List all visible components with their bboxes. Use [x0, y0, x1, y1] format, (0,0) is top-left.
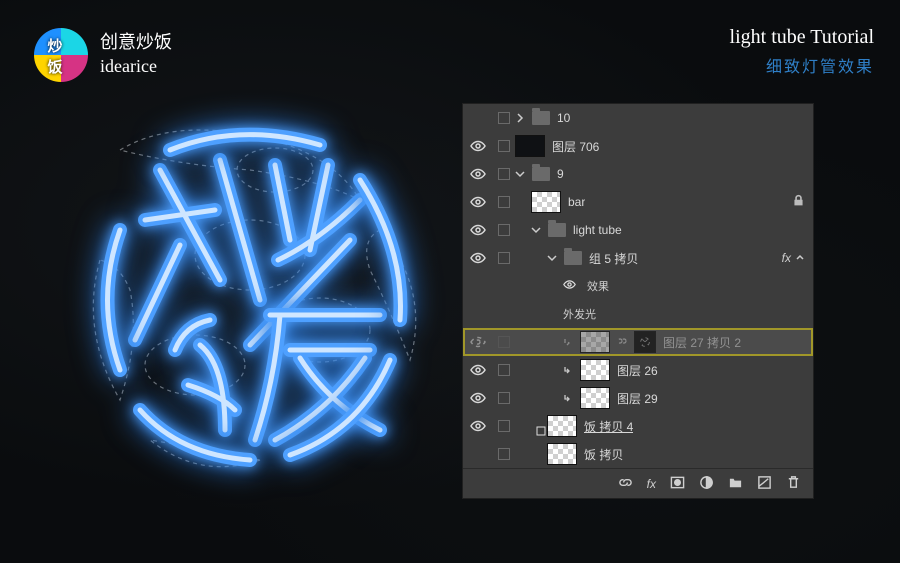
clip-arrow-icon: [563, 337, 573, 347]
layer-label[interactable]: 9: [557, 167, 564, 181]
layer-checkbox[interactable]: [498, 196, 510, 208]
tutorial-title: light tube Tutorial 细致灯管效果: [730, 26, 874, 77]
layer-checkbox[interactable]: [498, 364, 510, 376]
layer-thumbnail[interactable]: [515, 135, 545, 157]
new-layer-icon[interactable]: [757, 475, 772, 493]
layer-group-row[interactable]: light tube: [463, 216, 813, 244]
layer-checkbox[interactable]: [498, 420, 510, 432]
layer-label[interactable]: 图层 26: [617, 362, 658, 379]
visibility-toggle[interactable]: [463, 166, 493, 182]
layer-checkbox[interactable]: [498, 224, 510, 236]
folder-icon: [532, 167, 550, 181]
layer-row[interactable]: 图层 26: [463, 356, 813, 384]
layer-thumbnail[interactable]: [547, 443, 577, 465]
folder-icon: [564, 251, 582, 265]
layer-label[interactable]: 图层 706: [552, 138, 599, 155]
layer-thumbnail[interactable]: [580, 331, 610, 353]
tutorial-title-en: light tube Tutorial: [730, 26, 874, 49]
neon-artwork: [60, 110, 450, 490]
layer-group-row[interactable]: 9: [463, 160, 813, 188]
layer-row[interactable]: 图层 29: [463, 384, 813, 412]
layer-label[interactable]: 10: [557, 111, 570, 125]
panel-footer: fx: [463, 468, 813, 498]
delete-layer-icon[interactable]: [786, 475, 801, 493]
layer-label[interactable]: light tube: [573, 223, 622, 237]
layer-row[interactable]: 饭 拷贝 4: [463, 412, 813, 440]
layer-thumbnail[interactable]: [580, 359, 610, 381]
brand-logo: [34, 28, 88, 82]
visibility-toggle[interactable]: [463, 334, 493, 350]
layer-group-row[interactable]: 10: [463, 104, 813, 132]
layer-row[interactable]: 图层 27 拷贝 2: [463, 328, 813, 356]
layer-row[interactable]: 饭 拷贝: [463, 440, 813, 468]
visibility-toggle[interactable]: [463, 194, 493, 210]
layer-label[interactable]: 效果: [587, 278, 609, 294]
layer-label[interactable]: 外发光: [563, 306, 596, 322]
layer-checkbox[interactable]: [498, 448, 510, 460]
layer-label[interactable]: bar: [568, 195, 585, 209]
layer-checkbox[interactable]: [498, 336, 510, 348]
brand-text: 创意炒饭 idearice: [100, 30, 172, 79]
layer-checkbox[interactable]: [498, 392, 510, 404]
brand-zh: 创意炒饭: [100, 30, 172, 54]
layer-fx-row[interactable]: 外发光: [463, 300, 813, 328]
folder-icon: [548, 223, 566, 237]
layer-label[interactable]: 组 5 拷贝: [589, 250, 638, 267]
layer-thumbnail[interactable]: [580, 387, 610, 409]
layer-label[interactable]: 饭 拷贝 4: [584, 418, 633, 435]
layer-group-row[interactable]: 组 5 拷贝 fx: [463, 244, 813, 272]
layer-label[interactable]: 图层 27 拷贝 2: [663, 334, 741, 351]
visibility-toggle[interactable]: [463, 250, 493, 266]
layer-row[interactable]: bar: [463, 188, 813, 216]
layer-fx-row[interactable]: 效果: [463, 272, 813, 300]
layers-panel: 10 图层 706 9 bar light tube 组 5 拷贝 fx 效果外发光图层 27…: [463, 104, 813, 498]
layer-checkbox[interactable]: [498, 112, 510, 124]
fx-indicator[interactable]: fx: [782, 251, 805, 265]
fx-button[interactable]: fx: [647, 477, 656, 491]
layer-checkbox[interactable]: [498, 140, 510, 152]
layer-checkbox[interactable]: [498, 168, 510, 180]
visibility-toggle[interactable]: [463, 222, 493, 238]
link-layers-icon[interactable]: [618, 475, 633, 493]
lock-icon[interactable]: [792, 194, 805, 210]
eye-icon[interactable]: [563, 278, 576, 294]
layer-row[interactable]: 图层 706: [463, 132, 813, 160]
link-icon[interactable]: [617, 335, 627, 349]
layer-thumbnail[interactable]: [531, 191, 561, 213]
mask-button-icon[interactable]: [670, 475, 685, 493]
clip-arrow-icon: [563, 365, 573, 375]
visibility-toggle[interactable]: [463, 138, 493, 154]
visibility-toggle[interactable]: [463, 418, 493, 434]
layer-mask-thumbnail[interactable]: [634, 331, 656, 353]
visibility-toggle[interactable]: [463, 362, 493, 378]
brand-en: idearice: [100, 54, 172, 78]
adjustment-layer-icon[interactable]: [699, 475, 714, 493]
layer-label[interactable]: 饭 拷贝: [584, 446, 623, 463]
folder-icon: [532, 111, 550, 125]
visibility-toggle[interactable]: [463, 390, 493, 406]
layer-thumbnail[interactable]: [547, 415, 577, 437]
layer-label[interactable]: 图层 29: [617, 390, 658, 407]
tutorial-title-zh: 细致灯管效果: [730, 53, 874, 77]
layer-checkbox[interactable]: [498, 252, 510, 264]
clip-arrow-icon: [563, 393, 573, 403]
new-group-icon[interactable]: [728, 475, 743, 493]
